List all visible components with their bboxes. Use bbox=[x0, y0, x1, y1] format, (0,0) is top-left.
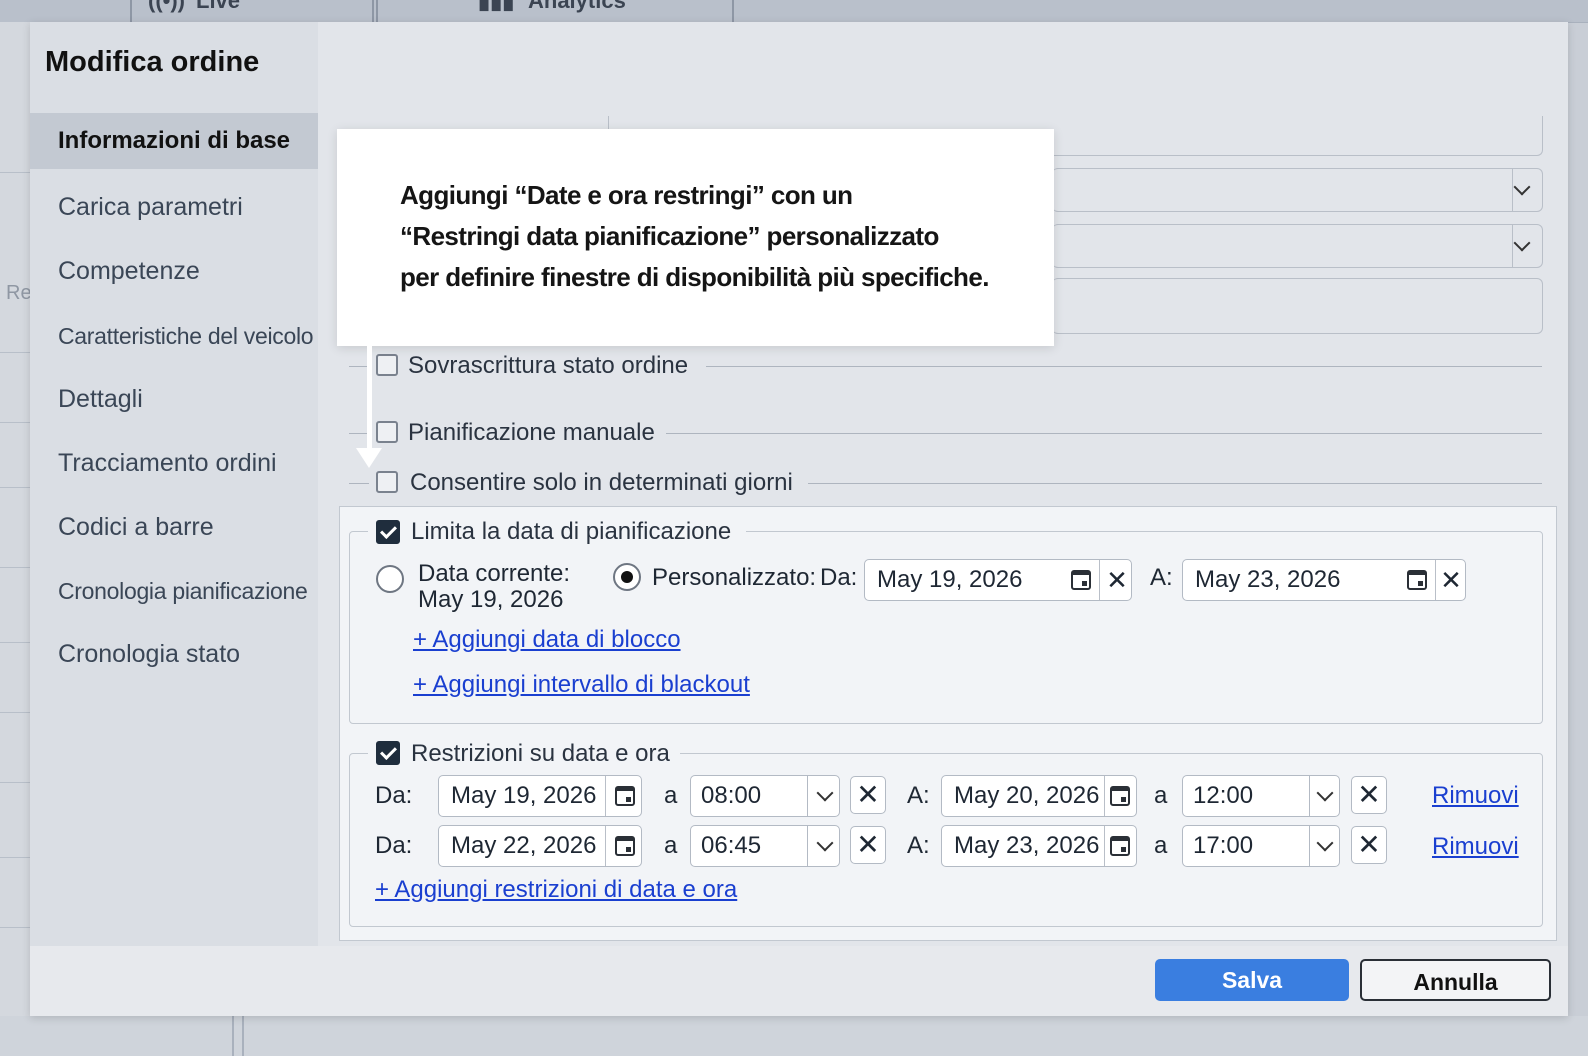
background-text-fragment: Re bbox=[6, 282, 32, 304]
row2-remove-link[interactable]: Rimuovi bbox=[1432, 833, 1519, 861]
manual-scheduling-label: Pianificazione manuale bbox=[408, 419, 655, 446]
limit-date-checkbox[interactable] bbox=[376, 520, 400, 544]
callout-box: Aggiungi “Date e ora restringi” con un “… bbox=[337, 129, 1054, 346]
calendar-icon[interactable] bbox=[1110, 836, 1130, 856]
specific-days-checkbox[interactable] bbox=[376, 471, 398, 493]
chevron-down-icon bbox=[1513, 178, 1531, 196]
calendar-icon[interactable] bbox=[1071, 570, 1091, 590]
row2-to-label: A: bbox=[907, 832, 930, 859]
analytics-icon: ▮▮▮ bbox=[478, 0, 515, 13]
row2-from-time-select[interactable]: 06:45 bbox=[690, 825, 840, 867]
nav-cronologia-stato[interactable]: Cronologia stato bbox=[30, 626, 318, 682]
calendar-icon[interactable] bbox=[615, 786, 635, 806]
row1-from-time-select[interactable]: 08:00 bbox=[690, 775, 840, 817]
row1-to-label: A: bbox=[907, 782, 930, 809]
restrictions-label: Restrizioni su data e ora bbox=[411, 740, 670, 767]
chevron-down-icon bbox=[816, 784, 834, 802]
restrictions-checkbox[interactable] bbox=[376, 741, 400, 765]
row2-at-label: a bbox=[664, 832, 678, 859]
chevron-down-icon bbox=[816, 834, 834, 852]
background-tab-analytics[interactable]: ▮▮▮ Analytics bbox=[376, 0, 734, 22]
manual-scheduling-checkbox[interactable] bbox=[376, 421, 398, 443]
row1-from-date-input[interactable]: May 19, 2026 bbox=[438, 775, 642, 817]
text-field-partial[interactable] bbox=[1052, 116, 1543, 156]
chevron-down-icon bbox=[1316, 784, 1334, 802]
row2-to-at-label: a bbox=[1154, 832, 1168, 859]
override-status-label: Sovrascrittura stato ordine bbox=[408, 352, 689, 379]
from-label: Da: bbox=[820, 564, 858, 591]
text-field-partial-2[interactable] bbox=[1052, 278, 1543, 334]
row1-from-clear-button[interactable]: ✕ bbox=[850, 776, 886, 814]
row1-to-time-select[interactable]: 12:00 bbox=[1182, 775, 1340, 817]
specific-days-label: Consentire solo in determinati giorni bbox=[410, 469, 793, 496]
current-date-label: Data corrente: bbox=[418, 560, 571, 587]
limit-from-date-input[interactable]: May 19, 2026 ✕ bbox=[864, 559, 1132, 601]
nav-dettagli[interactable]: Dettagli bbox=[30, 371, 318, 427]
nav-cronologia-pianificazione[interactable]: Cronologia pianificazione bbox=[30, 563, 318, 619]
background-list: Re bbox=[0, 22, 32, 1056]
background-bottom bbox=[0, 1016, 1588, 1056]
background-topbar: ((•)) Live ▮▮▮ Analytics bbox=[0, 0, 1588, 23]
custom-date-radio[interactable] bbox=[613, 563, 641, 591]
row2-to-date-input[interactable]: May 23, 2026 bbox=[941, 825, 1137, 867]
live-icon: ((•)) bbox=[148, 0, 186, 13]
limit-to-date-input[interactable]: May 23, 2026 ✕ bbox=[1182, 559, 1466, 601]
background-tab-live[interactable]: ((•)) Live bbox=[130, 0, 374, 22]
select-field-partial-2[interactable] bbox=[1052, 224, 1543, 268]
nav-informazioni-di-base[interactable]: Informazioni di base bbox=[30, 113, 318, 169]
clear-icon[interactable]: ✕ bbox=[1437, 560, 1465, 600]
row2-from-date-input[interactable]: May 22, 2026 bbox=[438, 825, 642, 867]
override-status-checkbox[interactable] bbox=[376, 354, 398, 376]
row2-to-time-select[interactable]: 17:00 bbox=[1182, 825, 1340, 867]
current-date-radio[interactable] bbox=[376, 565, 404, 593]
nav-carica-parametri[interactable]: Carica parametri bbox=[30, 179, 318, 235]
callout-arrow-head bbox=[356, 448, 382, 468]
calendar-icon[interactable] bbox=[615, 836, 635, 856]
callout-arrow bbox=[367, 346, 372, 452]
add-block-date-link[interactable]: + Aggiungi data di blocco bbox=[413, 626, 681, 654]
add-blackout-link[interactable]: + Aggiungi intervallo di blackout bbox=[413, 671, 750, 699]
limit-date-label: Limita la data di pianificazione bbox=[411, 518, 732, 545]
nav-competenze[interactable]: Competenze bbox=[30, 243, 318, 299]
row1-to-date-input[interactable]: May 20, 2026 bbox=[941, 775, 1137, 817]
row1-remove-link[interactable]: Rimuovi bbox=[1432, 782, 1519, 810]
custom-date-label: Personalizzato: bbox=[652, 564, 817, 591]
row1-from-label: Da: bbox=[375, 782, 413, 809]
add-restriction-link[interactable]: + Aggiungi restrizioni di data e ora bbox=[375, 876, 737, 904]
nav-codici-a-barre[interactable]: Codici a barre bbox=[30, 499, 318, 555]
select-field-partial-1[interactable] bbox=[1052, 168, 1543, 212]
callout-text: Aggiungi “Date e ora restringi” con un “… bbox=[400, 180, 989, 292]
clear-icon[interactable]: ✕ bbox=[1103, 560, 1131, 600]
nav-tracciamento-ordini[interactable]: Tracciamento ordini bbox=[30, 435, 318, 491]
calendar-icon[interactable] bbox=[1407, 570, 1427, 590]
row2-from-clear-button[interactable]: ✕ bbox=[850, 826, 886, 864]
chevron-down-icon bbox=[1513, 234, 1531, 252]
row1-to-at-label: a bbox=[1154, 782, 1168, 809]
save-button[interactable]: Salva bbox=[1155, 959, 1349, 1001]
row2-to-clear-button[interactable]: ✕ bbox=[1351, 826, 1387, 864]
nav-caratteristiche-veicolo[interactable]: Caratteristiche del veicolo bbox=[30, 308, 318, 364]
row1-to-clear-button[interactable]: ✕ bbox=[1351, 776, 1387, 814]
row1-at-label: a bbox=[664, 782, 678, 809]
current-date-value: May 19, 2026 bbox=[418, 586, 564, 613]
chevron-down-icon bbox=[1316, 834, 1334, 852]
cancel-button[interactable]: Annulla bbox=[1360, 959, 1551, 1001]
dialog-sidebar: Modifica ordine Informazioni di base Car… bbox=[30, 22, 318, 946]
row2-from-label: Da: bbox=[375, 832, 413, 859]
field-divider bbox=[608, 116, 609, 130]
to-label: A: bbox=[1150, 564, 1173, 591]
dialog-title: Modifica ordine bbox=[45, 46, 260, 78]
calendar-icon[interactable] bbox=[1110, 786, 1130, 806]
